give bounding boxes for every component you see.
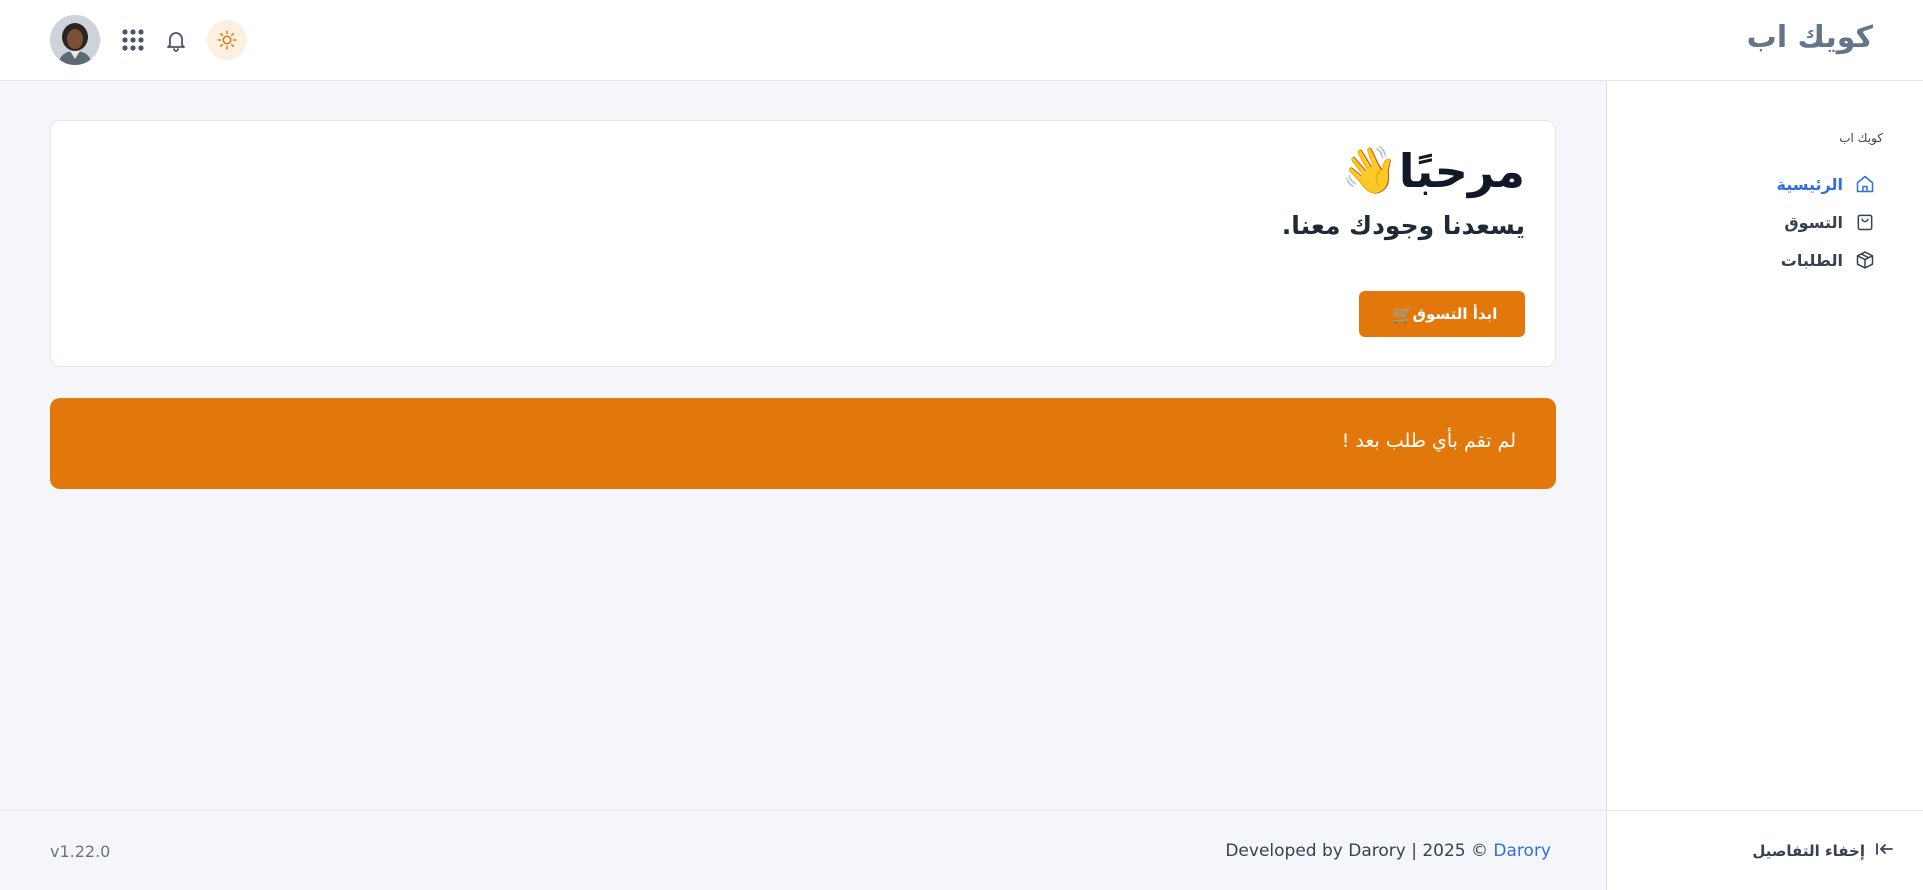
sidebar-nav: الرئيسية التسوق الطلبات [1635,165,1875,279]
app-version: v1.22.0 [50,842,111,861]
top-bar: كويك اب [0,0,1923,81]
user-avatar[interactable] [50,15,100,65]
sidebar-item-shopping[interactable]: التسوق [1635,203,1875,241]
footer: v1.22.0 Developed by Darory | 2025 © Dar… [0,810,1606,890]
welcome-card: 👋 مرحبًا يسعدنا وجودك معنا. 🛒 ابدأ التسو… [50,120,1556,367]
avatar-image [50,15,100,65]
welcome-subtitle: يسعدنا وجودك معنا. [1281,211,1525,240]
waving-hand-icon: 👋 [1341,143,1399,197]
top-actions [50,15,247,65]
welcome-title: مرحبًا [1398,143,1525,198]
grid-dots-icon[interactable] [119,26,147,54]
home-icon [1855,174,1875,194]
sidebar-item-orders[interactable]: الطلبات [1635,241,1875,279]
collapse-arrow-icon [1875,841,1893,860]
box-icon [1855,250,1875,270]
bell-icon[interactable] [162,26,190,54]
collapse-sidebar-button[interactable]: إخفاء التفاصيل [1752,841,1893,860]
sidebar-item-label: الرئيسية [1776,174,1844,194]
app-title[interactable]: كويك اب [1747,20,1873,55]
sidebar: كويك اب الرئيسية التسوق الطلبات [1606,81,1923,811]
shopping-bag-icon [1855,212,1875,232]
start-shopping-label: ابدأ التسوق [1412,305,1498,323]
credit-text: Developed by Darory | 2025 © [1225,841,1494,861]
sidebar-footer: إخفاء التفاصيل [1606,810,1923,890]
footer-credit: Developed by Darory | 2025 © Darory [1225,841,1551,861]
sidebar-item-label: التسوق [1784,212,1843,232]
sidebar-section-title: كويك اب [1839,131,1883,145]
start-shopping-button[interactable]: 🛒 ابدأ التسوق [1359,291,1525,337]
welcome-heading: 👋 مرحبًا [1325,143,1525,198]
sidebar-item-label: الطلبات [1780,250,1843,270]
cart-icon: 🛒 [1392,304,1413,324]
alert-message: لم تقم بأي طلب بعد ! [1341,430,1516,452]
sidebar-item-home[interactable]: الرئيسية [1635,165,1875,203]
no-orders-alert: لم تقم بأي طلب بعد ! [50,398,1556,489]
darory-link[interactable]: Darory [1493,841,1551,861]
collapse-label: إخفاء التفاصيل [1752,841,1865,860]
sun-icon[interactable] [207,20,247,60]
